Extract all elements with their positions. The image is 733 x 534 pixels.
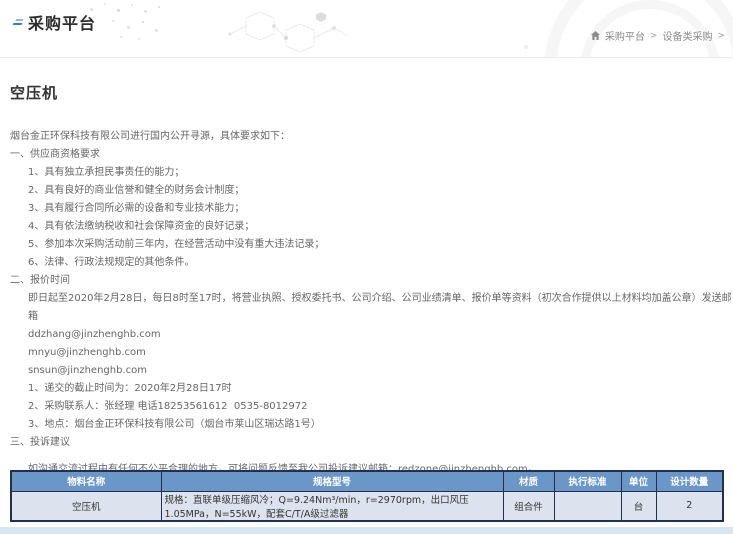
cell-material-name: 空压机 [11, 491, 161, 521]
decor-dot [120, 36, 122, 38]
platform-logo-icon [13, 19, 25, 29]
notice-line: 烟台金正环保科技有限公司进行国内公开寻源，具体要求如下： [10, 128, 733, 146]
cell-material: 组合件 [503, 491, 554, 521]
cell-standard [554, 491, 621, 521]
notice-line: 6、法律、行政法规规定的其他条件。 [28, 254, 733, 272]
decor-dot [142, 21, 144, 23]
notice-line: 5、参加本次采购活动前三年内，在经营活动中没有重大违法记录； [28, 236, 733, 254]
cell-design-qty: 2 [656, 491, 723, 521]
notice-line: 即日起至2020年2月28日，每日8时至17时，将营业执照、授权委托书、公司介绍… [28, 290, 733, 326]
col-header-material: 材质 [503, 471, 554, 491]
contact-email: mnyu@jinzhenghb.com [28, 344, 733, 362]
decor-dot [127, 26, 130, 29]
table-header-row: 物料名称 规格型号 材质 执行标准 单位 设计数量 [11, 471, 723, 491]
notice-section-heading: 三、投诉建议 [10, 434, 733, 452]
breadcrumb-item-category[interactable]: 设备类采购 [662, 28, 712, 43]
decor-dot [104, 3, 106, 5]
breadcrumb: 采购平台 > 设备类采购 > [591, 28, 725, 43]
notice-line: 2、具有良好的商业信誉和健全的财务会计制度； [28, 182, 733, 200]
cell-spec-model: 规格：直联单级压缩风冷；Q=9.24Nm³/min，r=2970rpm，出口风压… [161, 491, 503, 521]
materials-table: 物料名称 规格型号 材质 执行标准 单位 设计数量 空压机 规格：直联单级压缩风… [10, 470, 724, 522]
decor-dot [138, 38, 140, 40]
cell-unit: 台 [621, 491, 656, 521]
decor-dot [131, 4, 133, 6]
col-header-unit: 单位 [621, 471, 656, 491]
decor-dot [524, 45, 528, 49]
contact-email: snsun@jinzhenghb.com [28, 362, 733, 380]
col-header-material-name: 物料名称 [11, 471, 161, 491]
footer-strip [0, 527, 733, 534]
decor-dot [158, 6, 160, 8]
notice-line: 2、采购联系人：张经理 电话18253561612 0535-8012972 [28, 398, 733, 416]
col-header-spec-model: 规格型号 [161, 471, 503, 491]
decor-dot [112, 20, 114, 22]
breadcrumb-separator: > [717, 31, 725, 41]
decor-dot [155, 29, 158, 32]
table-row: 空压机 规格：直联单级压缩风冷；Q=9.24Nm³/min，r=2970rpm，… [11, 491, 723, 521]
notice-line: 4、具有依法缴纳税收和社会保障资金的良好记录； [28, 218, 733, 236]
page-title: 空压机 [10, 82, 58, 103]
app-title: 采购平台 [28, 10, 96, 34]
breadcrumb-separator: > [650, 31, 658, 41]
col-header-standard: 执行标准 [554, 471, 621, 491]
notice-line: 1、具有独立承担民事责任的能力； [28, 164, 733, 182]
notice-line: 1、递交的截止时间为：2020年2月28日17时 [28, 380, 733, 398]
page-header: 采购平台 采购平台 > 设备类采购 > [0, 0, 733, 58]
notice-line: 3、具有履行合同所必需的设备和专业技术能力； [28, 200, 733, 218]
col-header-design-qty: 设计数量 [656, 471, 723, 491]
home-icon[interactable] [591, 31, 600, 40]
notice-line: 3、地点：烟台金正环保科技有限公司（烟台市莱山区瑞达路1号） [28, 416, 733, 434]
decor-dot [144, 10, 147, 13]
breadcrumb-item-home[interactable]: 采购平台 [605, 28, 645, 43]
notice-body: 烟台金正环保科技有限公司进行国内公开寻源，具体要求如下： 一、供应商资格要求 1… [0, 128, 733, 479]
notice-section-heading: 二、报价时间 [10, 272, 733, 290]
notice-section-heading: 一、供应商资格要求 [10, 146, 733, 164]
decor-dot [117, 9, 120, 12]
hexagon-pattern-decor [222, 6, 352, 58]
contact-email: ddzhang@jinzhenghb.com [28, 326, 733, 344]
